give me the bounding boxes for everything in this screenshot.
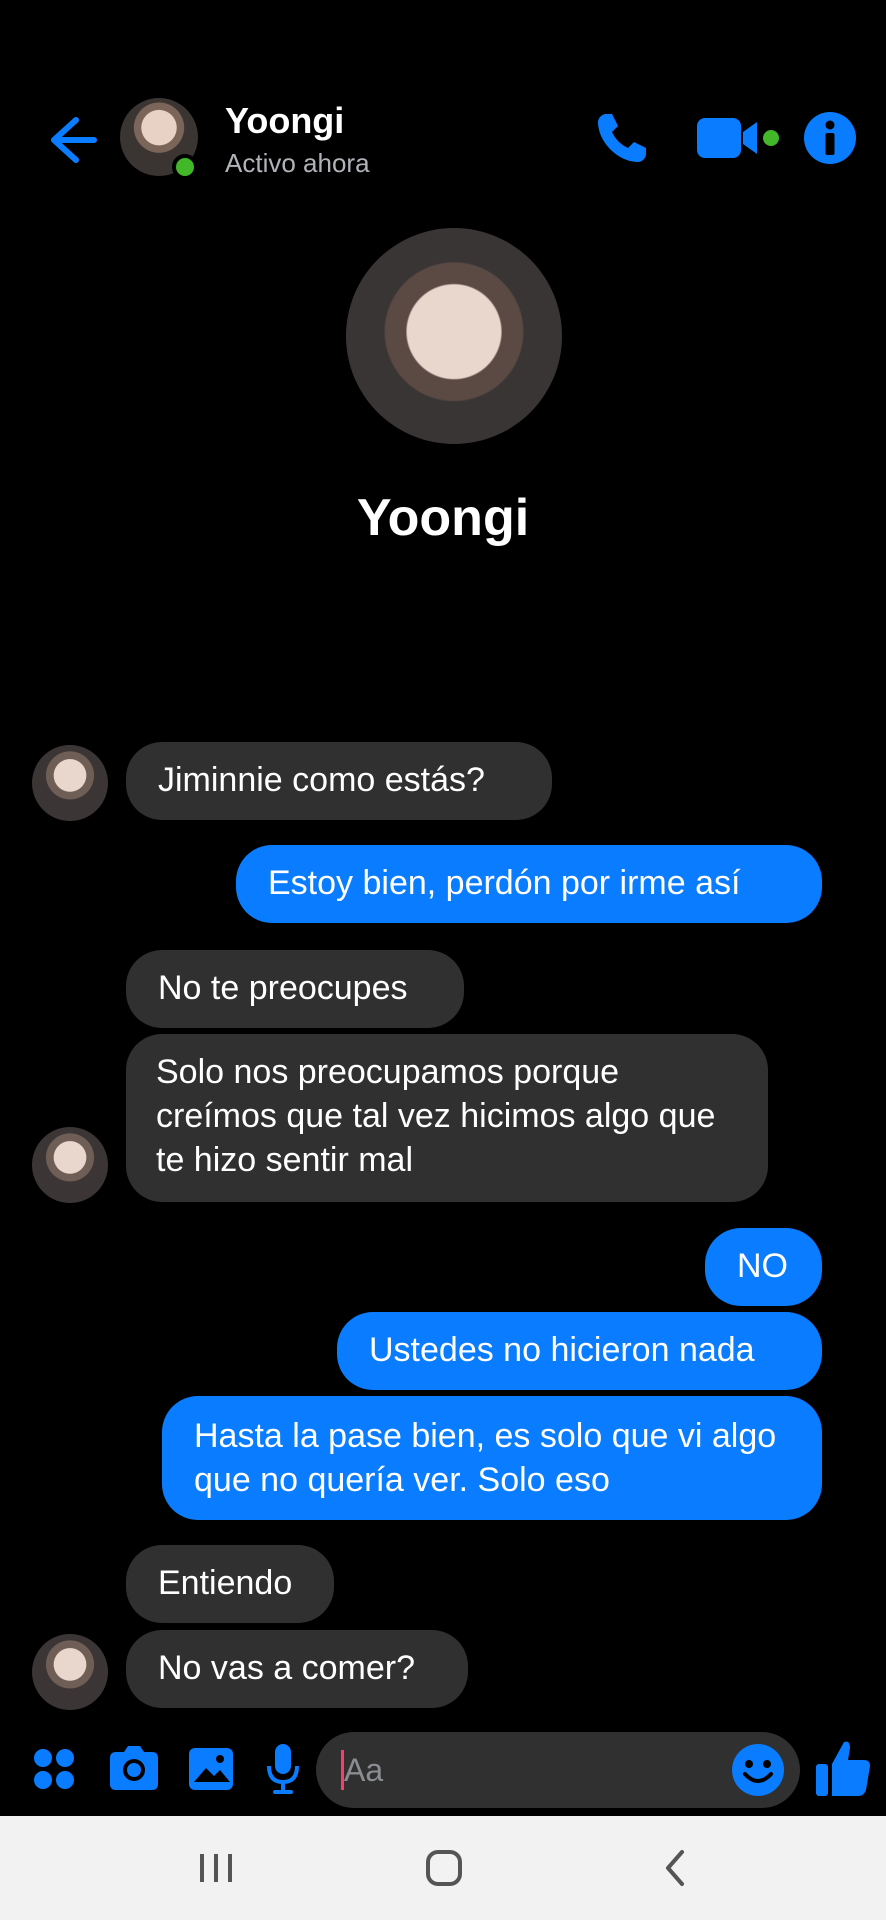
message-bubble-incoming[interactable]: No vas a comer? [126, 1630, 468, 1708]
profile-avatar[interactable] [346, 228, 562, 444]
home-icon[interactable] [424, 1848, 464, 1888]
message-bubble-outgoing[interactable]: Estoy bien, perdón por irme así [236, 845, 822, 923]
message-bubble-outgoing[interactable]: Hasta la pase bien, es solo que vi algo … [162, 1396, 822, 1520]
camera-icon[interactable] [106, 1738, 162, 1798]
emoji-icon[interactable] [730, 1742, 786, 1798]
message-bubble-outgoing[interactable]: Ustedes no hicieron nada [337, 1312, 822, 1390]
profile-name: Yoongi [356, 489, 530, 547]
message-bubble-incoming[interactable]: Solo nos preocupamos porque creímos que … [126, 1034, 768, 1202]
message-input[interactable] [316, 1732, 800, 1808]
header-contact-name[interactable]: Yoongi [225, 100, 344, 142]
info-icon[interactable] [802, 110, 858, 166]
message-input-placeholder: Aa [344, 1752, 384, 1788]
header-status: Activo ahora [225, 148, 370, 178]
message-bubble-outgoing[interactable]: NO [705, 1228, 822, 1306]
mic-icon[interactable] [264, 1738, 302, 1798]
back-nav-icon[interactable] [660, 1848, 690, 1888]
phone-call-icon[interactable] [592, 108, 652, 168]
message-bubble-incoming[interactable]: Jiminnie como estás? [126, 742, 552, 820]
message-avatar[interactable] [32, 745, 108, 821]
message-bubble-incoming[interactable]: No te preocupes [126, 950, 464, 1028]
gallery-icon[interactable] [186, 1738, 236, 1798]
online-indicator [172, 154, 198, 180]
thumbs-up-icon[interactable] [814, 1736, 872, 1800]
message-bubble-incoming[interactable]: Entiendo [126, 1545, 334, 1623]
back-arrow-icon[interactable] [36, 108, 100, 172]
recent-apps-icon[interactable] [196, 1850, 236, 1886]
message-avatar[interactable] [32, 1127, 108, 1203]
menu-grid-icon[interactable] [32, 1738, 76, 1798]
message-avatar[interactable] [32, 1634, 108, 1710]
video-call-icon[interactable] [695, 110, 785, 166]
